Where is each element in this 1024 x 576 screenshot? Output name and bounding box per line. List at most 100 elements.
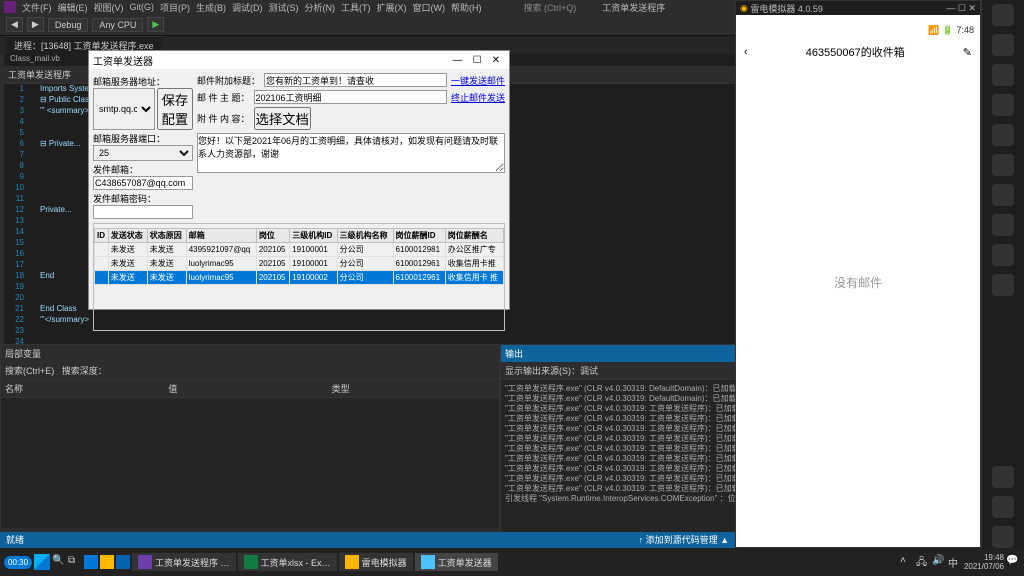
- locals-panel: 局部变量 搜索(Ctrl+E) 搜索深度： 名称值类型 自动窗口局部变量监视 1: [0, 344, 500, 534]
- grid-header: ID发送状态状态原因邮箱岗位三级机构ID三级机构名称岗位薪酬ID岗位薪酬名: [95, 229, 504, 243]
- menu-debug[interactable]: 调试(D): [232, 1, 263, 14]
- menu-ext[interactable]: 扩展(X): [377, 1, 407, 14]
- battery-icon: 🔋: [942, 25, 953, 36]
- run-button[interactable]: ▶: [147, 17, 164, 32]
- recipient-grid[interactable]: ID发送状态状态原因邮箱岗位三级机构ID三级机构名称岗位薪酬ID岗位薪酬名 未发…: [94, 228, 504, 285]
- col-name: 名称: [5, 382, 168, 395]
- statusbar: 就绪 ↑ 添加到源代码管理 ▲: [0, 532, 735, 548]
- search-icon[interactable]: 🔍: [52, 555, 66, 569]
- save-config-button[interactable]: 保存配置: [157, 88, 193, 130]
- compose-icon[interactable]: ✎: [963, 46, 972, 59]
- compose-panel: 邮件附加标题：一键发送邮件 邮 件 主 题：终止邮件发送 附 件 内 容：选择文…: [197, 73, 505, 219]
- tray-up-icon[interactable]: ˄: [900, 555, 914, 569]
- back-nav-icon[interactable]: [992, 466, 1014, 488]
- emulator-sidebar: [981, 0, 1024, 548]
- back-button[interactable]: ◀: [6, 17, 23, 32]
- emu-close-icon[interactable]: ✕: [968, 3, 976, 14]
- line-numbers: 123456789101112131415161718192021222324: [4, 84, 28, 348]
- task-vs[interactable]: 工资单发送程序 …: [132, 553, 236, 571]
- body-input[interactable]: 您好！以下是2021年06月的工资明细，具体请核对，如发现有问题请及时联系人力资…: [197, 133, 505, 173]
- max-button[interactable]: ☐: [468, 55, 487, 66]
- locals-depth[interactable]: 搜索深度：: [62, 366, 107, 376]
- server-input[interactable]: smtp.qq.com: [93, 88, 155, 130]
- menu-git[interactable]: Git(G): [130, 2, 155, 12]
- screenshot-icon[interactable]: [992, 94, 1014, 116]
- start-icon[interactable]: [34, 554, 50, 570]
- record-icon[interactable]: [992, 124, 1014, 146]
- menu-analyze[interactable]: 分析(N): [305, 1, 336, 14]
- fold-gutter[interactable]: [28, 84, 40, 348]
- back-icon[interactable]: ‹: [744, 46, 748, 58]
- attach-button[interactable]: 选择文档: [254, 107, 311, 130]
- task-emu[interactable]: 雷电模拟器: [339, 553, 413, 571]
- close-button[interactable]: ✕: [487, 55, 505, 66]
- fullscreen-icon[interactable]: [992, 34, 1014, 56]
- emu-min-icon[interactable]: —: [946, 3, 955, 13]
- menu-file[interactable]: 文件(F): [22, 1, 52, 14]
- stop-link[interactable]: 终止邮件发送: [451, 91, 505, 104]
- locals-body[interactable]: [1, 398, 499, 528]
- to-input[interactable]: [264, 73, 447, 87]
- account-input[interactable]: [93, 176, 193, 190]
- vs-logo-icon: [4, 1, 16, 13]
- tray-vol-icon[interactable]: 🔊: [932, 555, 946, 569]
- locals-search[interactable]: 搜索(Ctrl+E): [5, 366, 54, 376]
- locate-icon[interactable]: [992, 184, 1014, 206]
- emulator-name: 雷电模拟器 4.0.59: [750, 2, 823, 15]
- tray-net-icon[interactable]: 🖧: [916, 555, 930, 569]
- source-control-button[interactable]: ↑ 添加到源代码管理 ▲: [639, 533, 729, 547]
- menu-view[interactable]: 视图(V): [94, 1, 124, 14]
- vs-icon: [138, 555, 152, 569]
- menu-window[interactable]: 窗口(W): [413, 1, 446, 14]
- table-row-selected[interactable]: 未发送未发送luolyrimac9520210519100002分公司61000…: [95, 271, 504, 285]
- mail-sender-dialog: 工资单发送器 — ☐ ✕ 邮箱服务器地址： smtp.qq.com保存配置 邮箱…: [88, 50, 510, 310]
- menu-help[interactable]: 帮助(H): [451, 1, 482, 14]
- dialog-title: 工资单发送器: [93, 53, 153, 68]
- menu-tools[interactable]: 工具(T): [341, 1, 371, 14]
- emulator-titlebar[interactable]: ◉ 雷电模拟器 4.0.59 — ☐ ✕: [736, 1, 980, 15]
- rotate-icon[interactable]: [992, 244, 1014, 266]
- dialog-titlebar[interactable]: 工资单发送器 — ☐ ✕: [89, 51, 509, 69]
- platform-combo[interactable]: Any CPU: [92, 18, 143, 32]
- explorer-icon[interactable]: [100, 555, 114, 569]
- tray-ime-icon[interactable]: 中: [948, 555, 962, 569]
- store-icon[interactable]: [116, 555, 130, 569]
- keyboard-icon[interactable]: [992, 64, 1014, 86]
- edge-icon[interactable]: [84, 555, 98, 569]
- shake-icon[interactable]: [992, 214, 1014, 236]
- record-badge[interactable]: 00:30: [4, 556, 32, 569]
- pwd-input[interactable]: [93, 205, 193, 219]
- clock[interactable]: 19:482021/07/06: [964, 553, 1004, 571]
- fwd-button[interactable]: ▶: [27, 17, 44, 32]
- inbox-body[interactable]: 没有邮件: [736, 67, 980, 497]
- home-nav-icon[interactable]: [992, 496, 1014, 518]
- menu-project[interactable]: 项目(P): [160, 1, 190, 14]
- more-icon[interactable]: [992, 274, 1014, 296]
- multi-icon[interactable]: [992, 154, 1014, 176]
- subject-input[interactable]: [254, 90, 447, 104]
- code-nav-left[interactable]: 工资单发送程序: [8, 68, 71, 81]
- search-box[interactable]: 搜索 (Ctrl+Q): [524, 1, 577, 14]
- emulator-window: ◉ 雷电模拟器 4.0.59 — ☐ ✕ 📶 🔋 7:48 ‹ 46355006…: [735, 0, 981, 548]
- min-button[interactable]: —: [448, 55, 468, 66]
- table-row[interactable]: 未发送未发送luolyrimac9520210519100001分公司61000…: [95, 257, 504, 271]
- send-all-link[interactable]: 一键发送邮件: [451, 74, 505, 87]
- col-value: 值: [168, 382, 331, 395]
- menu-test[interactable]: 测试(S): [269, 1, 299, 14]
- emu-max-icon[interactable]: ☐: [958, 3, 966, 14]
- menu-edit[interactable]: 编辑(E): [58, 1, 88, 14]
- volume-icon[interactable]: [992, 4, 1014, 26]
- phone-time: 7:48: [956, 25, 974, 35]
- output-title[interactable]: 输出: [505, 347, 523, 360]
- recent-nav-icon[interactable]: [992, 526, 1014, 548]
- server-label: 邮箱服务器地址：: [93, 75, 193, 88]
- notification-icon[interactable]: 💬: [1006, 555, 1020, 569]
- menu-build[interactable]: 生成(B): [196, 1, 226, 14]
- task-excel[interactable]: 工资单xlsx - Ex…: [238, 553, 337, 571]
- config-combo[interactable]: Debug: [48, 18, 89, 32]
- table-row[interactable]: 未发送未发送4395921097@qq20210519100001分公司6100…: [95, 243, 504, 257]
- ld-icon: [345, 555, 359, 569]
- task-app[interactable]: 工资单发送器: [415, 553, 498, 571]
- taskview-icon[interactable]: ⧉: [68, 555, 82, 569]
- port-input[interactable]: 25: [93, 145, 193, 161]
